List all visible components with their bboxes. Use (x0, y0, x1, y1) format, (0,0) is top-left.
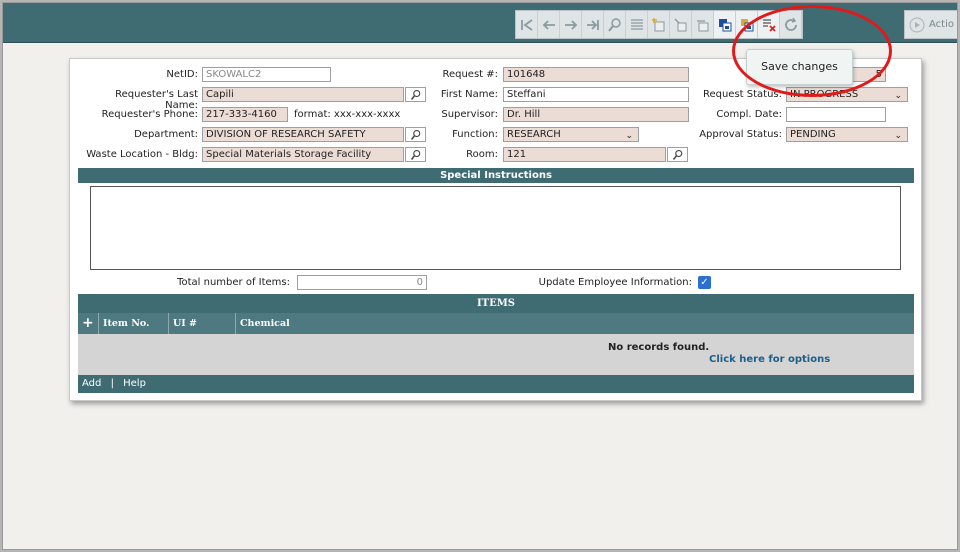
supervisor-field[interactable]: Dr. Hill (503, 107, 689, 122)
first-name-field[interactable]: Steffani (503, 87, 689, 102)
first-icon (520, 18, 533, 31)
copy-icon (674, 18, 686, 31)
last-record-button[interactable] (582, 11, 604, 38)
previous-record-button[interactable] (538, 11, 560, 38)
footer-separator: | (110, 378, 114, 389)
function-label: Function: (452, 129, 498, 140)
chevron-down-icon: ⌄ (894, 131, 902, 141)
items-grid: ITEMS + Item No. UI # Chemical No record… (78, 294, 914, 393)
room-field[interactable]: 121 (503, 147, 666, 162)
room-lookup-button[interactable] (667, 147, 688, 162)
completion-date-field[interactable] (786, 107, 886, 122)
approval-status-value: PENDING (790, 129, 836, 140)
phone-field[interactable]: 217-333-4160 (202, 107, 288, 122)
items-column-header: + Item No. UI # Chemical (78, 313, 914, 334)
request-status-label: Request Status: (702, 89, 782, 100)
last-icon (586, 19, 599, 30)
column-ui-no[interactable]: UI # (169, 313, 236, 334)
request-number-label: Request #: (442, 69, 498, 80)
footer-add-link[interactable]: Add (82, 378, 101, 389)
add-item-button[interactable]: + (78, 313, 99, 334)
last-name-label: Requester's Last Name: (115, 89, 198, 111)
items-empty-message: No records found. Click here for options (78, 342, 914, 366)
actions-label: Actio (929, 19, 954, 30)
arrow-right-icon (564, 19, 577, 30)
actions-button[interactable]: Actio (904, 10, 957, 39)
department-label: Department: (134, 129, 198, 140)
list-icon (630, 18, 643, 30)
function-select[interactable]: RESEARCH ⌄ (503, 127, 639, 142)
play-icon (909, 17, 925, 32)
list-button[interactable] (626, 11, 648, 38)
supervisor-label: Supervisor: (441, 109, 498, 120)
phone-format-hint: format: xxx-xxx-xxxx (294, 109, 401, 120)
request-number-field[interactable]: 101648 (503, 67, 689, 82)
total-items-label: Total number of Items: (177, 277, 290, 288)
netid-field[interactable]: SKOWALC2 (202, 67, 331, 82)
column-item-no[interactable]: Item No. (99, 313, 169, 334)
search-icon (607, 17, 621, 32)
total-items-field[interactable]: 0 (297, 275, 427, 290)
special-instructions-textarea[interactable] (90, 186, 901, 270)
special-instructions-header: Special Instructions (78, 168, 914, 183)
edit-icon (696, 19, 708, 31)
request-form-panel: NetID: SKOWALC2 Requester's Last Name: C… (69, 58, 922, 401)
save-icon (718, 18, 731, 31)
waste-location-label: Waste Location - Bldg: (86, 149, 198, 160)
search-icon (672, 149, 682, 160)
edit-record-button[interactable] (692, 11, 714, 38)
app-window: Actio NetID: SKOWALC2 Requester's Last N… (2, 2, 958, 550)
search-button[interactable] (604, 11, 626, 38)
next-record-button[interactable] (560, 11, 582, 38)
completion-date-label: Compl. Date: (716, 109, 782, 120)
chevron-down-icon: ⌄ (894, 91, 902, 101)
update-employee-label: Update Employee Information: (538, 277, 692, 288)
first-name-label: First Name: (440, 89, 498, 100)
plus-icon: + (82, 315, 94, 331)
department-field[interactable]: DIVISION OF RESEARCH SAFETY (202, 127, 404, 142)
first-record-button[interactable] (516, 11, 538, 38)
netid-label: NetID: (166, 69, 198, 80)
annotation-circle (732, 5, 892, 97)
copy-record-button[interactable] (670, 11, 692, 38)
footer-help-link[interactable]: Help (123, 378, 146, 389)
items-footer: Add | Help (78, 375, 914, 393)
approval-status-select[interactable]: PENDING ⌄ (786, 127, 908, 142)
room-label: Room: (466, 149, 498, 160)
update-employee-checkbox[interactable]: ✓ (698, 276, 711, 289)
approval-status-label: Approval Status: (699, 129, 782, 140)
arrow-left-icon (542, 19, 555, 30)
new-record-icon (651, 17, 664, 31)
new-record-button[interactable] (648, 11, 670, 38)
save-changes-button[interactable] (714, 11, 736, 38)
phone-label: Requester's Phone: (101, 109, 198, 120)
items-header: ITEMS (78, 294, 914, 313)
column-chemical[interactable]: Chemical (236, 313, 914, 334)
waste-location-field[interactable]: Special Materials Storage Facility (202, 147, 404, 162)
last-name-field[interactable]: Capili (202, 87, 404, 102)
function-value: RESEARCH (507, 129, 561, 140)
options-link[interactable]: Click here for options (78, 354, 914, 366)
no-records-text: No records found. (608, 342, 710, 353)
chevron-down-icon: ⌄ (625, 131, 633, 141)
